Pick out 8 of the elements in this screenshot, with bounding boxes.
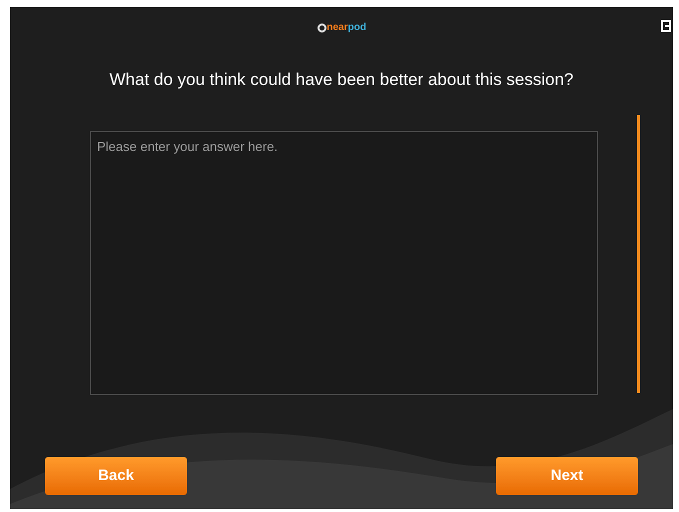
nav-button[interactable]: Next xyxy=(496,457,638,495)
scrollbar[interactable] xyxy=(637,114,640,392)
exit-icon[interactable] xyxy=(661,20,671,32)
logo: nearpod xyxy=(316,23,366,33)
question-text: What do you think could have been better about this session? xyxy=(109,69,574,91)
nav-button[interactable]: Back xyxy=(45,457,187,495)
logo-icon xyxy=(316,23,327,33)
answer-field[interactable]: Please enter your answer here. xyxy=(90,130,598,394)
